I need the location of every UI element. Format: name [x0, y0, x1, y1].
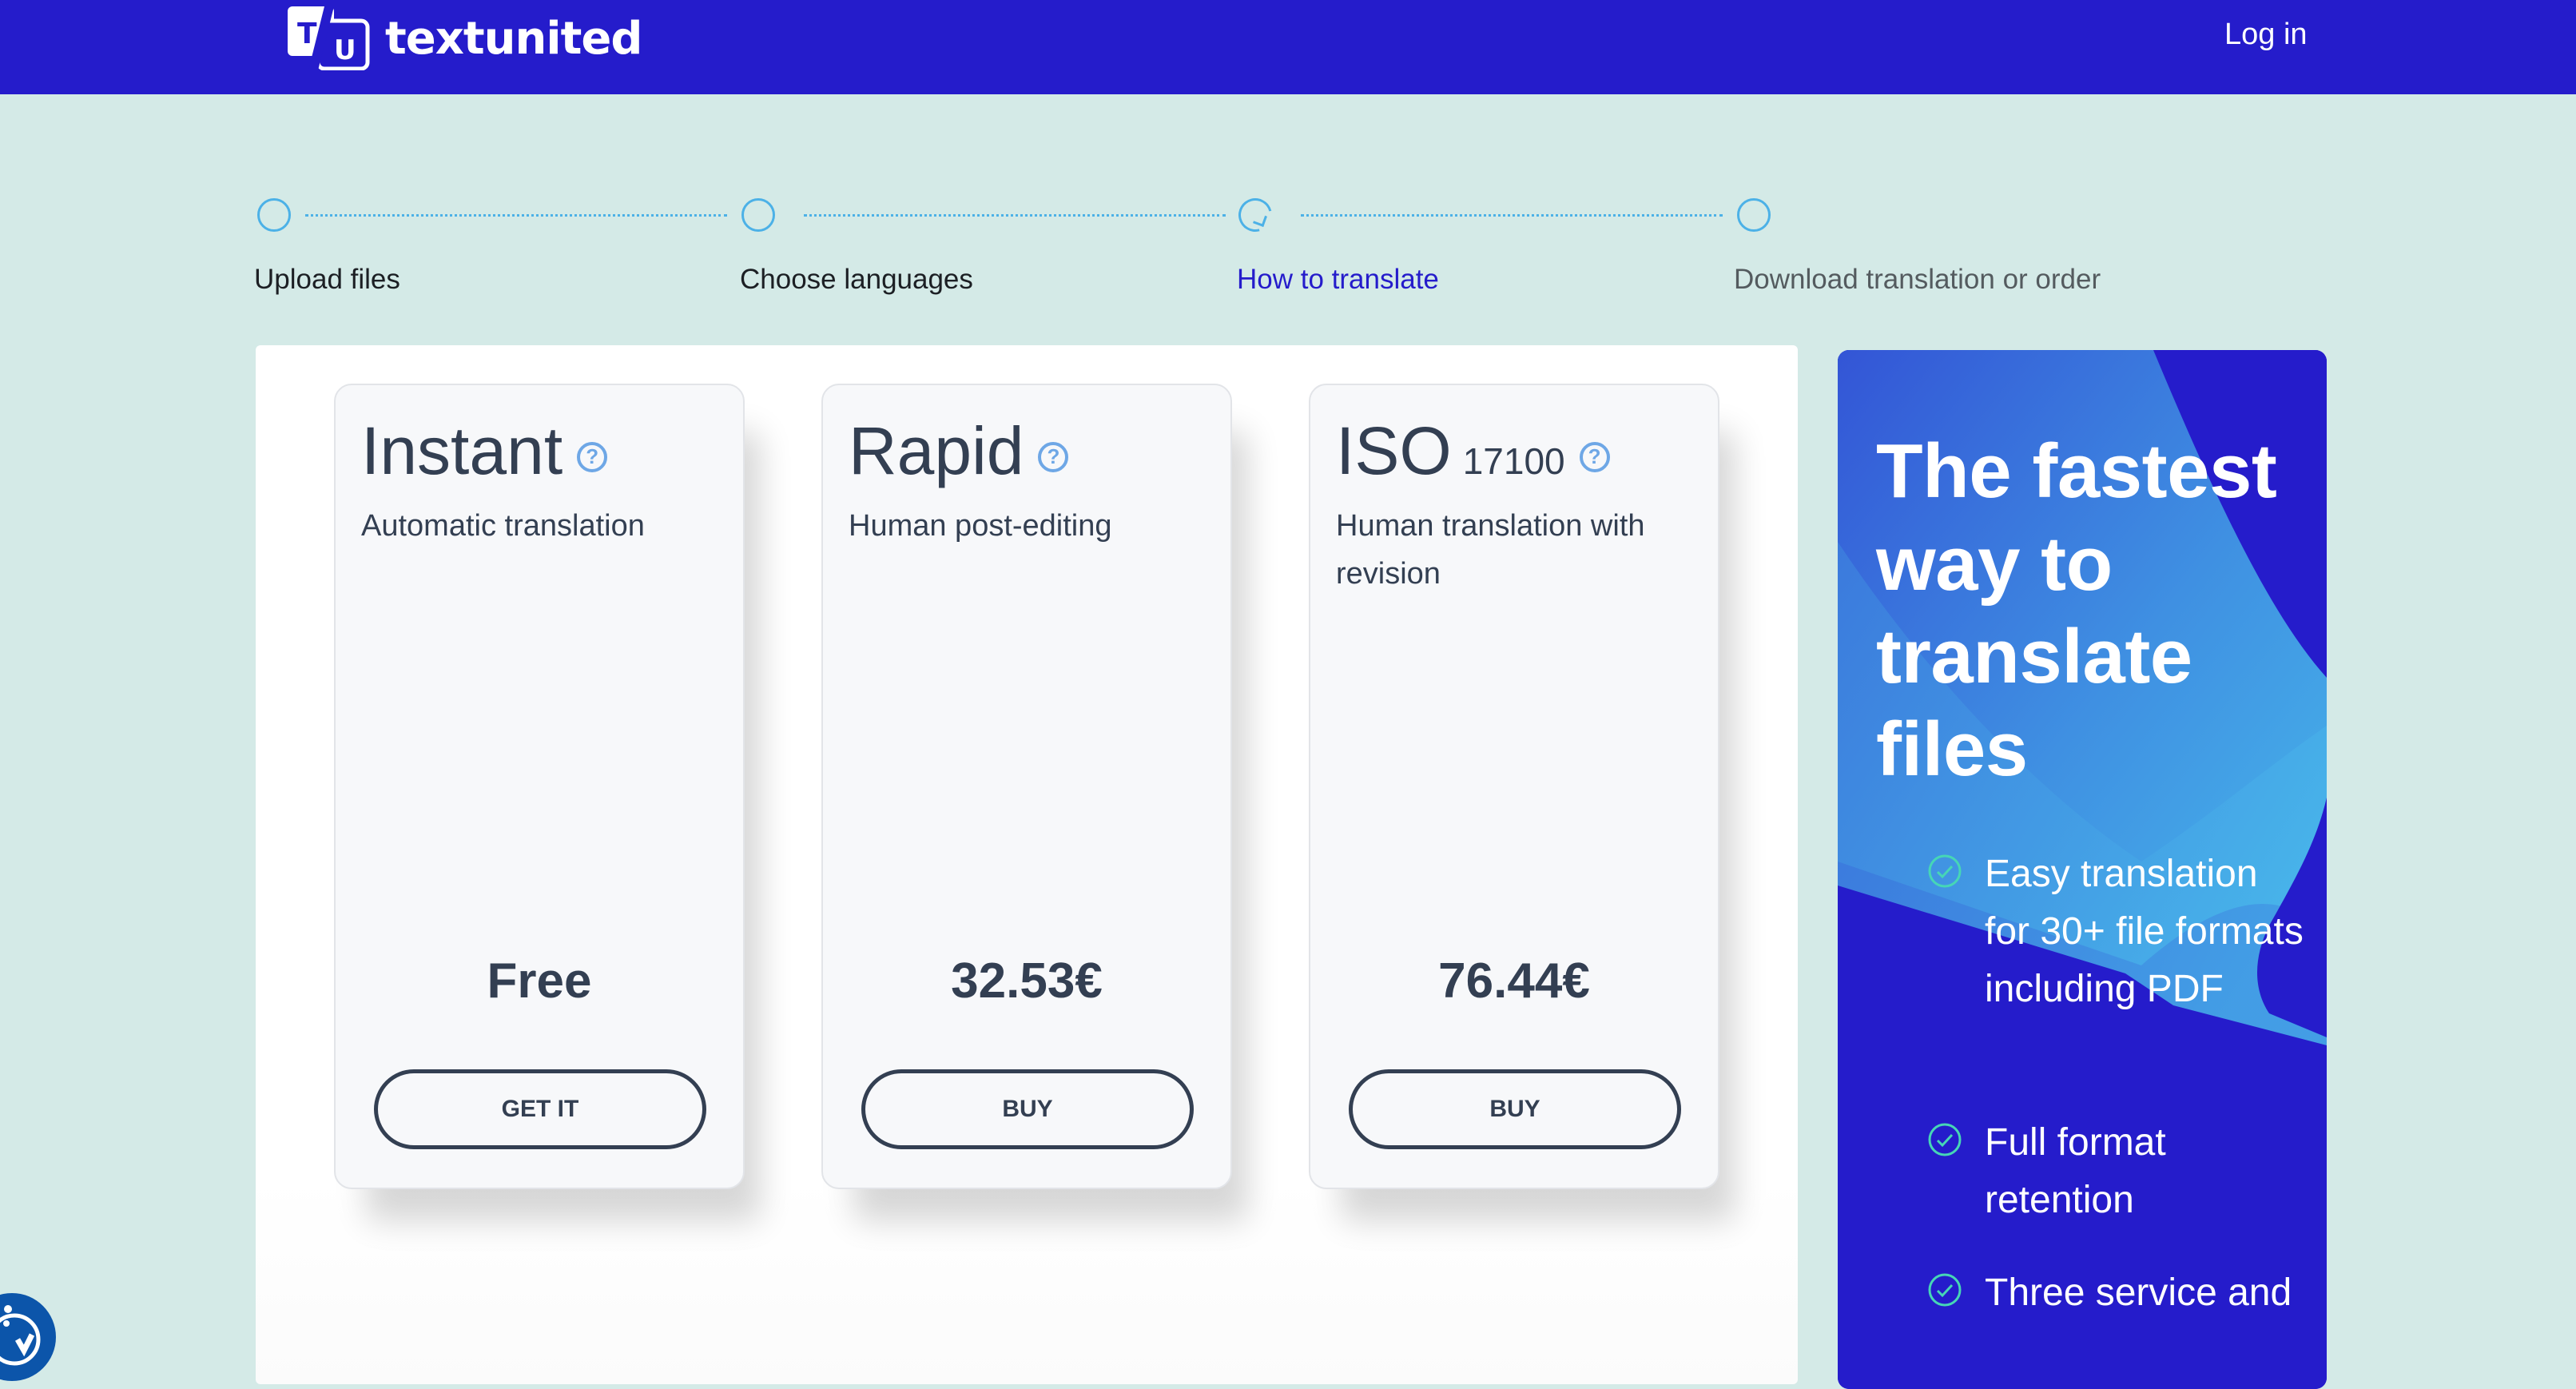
option-description: Human post-editing — [849, 509, 1112, 543]
logo-mark-t: T — [297, 18, 317, 50]
promo-feature-text: Three service and — [1985, 1272, 2292, 1314]
check-circle-icon — [1928, 1273, 1962, 1307]
option-title: ISO 17100 ? — [1336, 412, 1610, 490]
brand-name: textunited — [385, 12, 642, 65]
option-card-instant: Instant ? Automatic translation Free GET… — [334, 384, 745, 1189]
promo-feature: Three service and — [1927, 1264, 2311, 1322]
step-label-how-to-translate: How to translate — [1237, 264, 1439, 295]
promo-feature-text: Easy translation for 30+ file formats in… — [1985, 853, 2304, 1010]
question-circle-icon[interactable]: ? — [1038, 441, 1069, 472]
step-1-circle-icon — [257, 198, 291, 232]
promo-feature-text: Full format retention — [1985, 1121, 2166, 1221]
option-price: 76.44€ — [1438, 953, 1590, 1009]
option-card-iso: ISO 17100 ? Human translation with revis… — [1309, 384, 1719, 1189]
option-title: Rapid ? — [849, 412, 1069, 490]
step-4-circle-icon — [1737, 198, 1771, 232]
buy-rapid-button[interactable]: BUY — [861, 1069, 1194, 1149]
step-2-circle-icon — [741, 198, 775, 232]
textunited-logo[interactable]: T U textunited — [286, 6, 642, 71]
promo-feature: Easy translation for 30+ file formats in… — [1927, 846, 2311, 1018]
check-circle-icon — [1928, 854, 1962, 888]
cookie-consent-icon — [0, 1305, 41, 1366]
step-label-download: Download translation or order — [1734, 264, 2101, 295]
option-title: Instant ? — [361, 412, 608, 490]
option-title-text: Instant — [361, 413, 563, 488]
option-title-suffix: 17100 — [1462, 440, 1565, 482]
step-connector — [305, 214, 727, 217]
option-title-text: Rapid — [849, 413, 1024, 488]
step-label-upload-files[interactable]: Upload files — [254, 264, 400, 296]
get-it-button[interactable]: GET IT — [374, 1069, 706, 1149]
option-title-text: ISO — [1336, 413, 1452, 488]
cookie-consent-button[interactable] — [0, 1293, 56, 1381]
option-price: Free — [487, 953, 592, 1009]
promo-title: The fastest way to translate files — [1876, 428, 2277, 792]
login-link[interactable]: Log in — [2224, 18, 2308, 52]
step-connector — [804, 214, 1226, 217]
question-circle-icon[interactable]: ? — [577, 441, 608, 472]
step-label-choose-languages[interactable]: Choose languages — [740, 264, 973, 296]
buy-iso-button[interactable]: BUY — [1349, 1069, 1681, 1149]
option-card-rapid: Rapid ? Human post-editing 32.53€ BUY — [821, 384, 1232, 1189]
promo-feature: Full format retention — [1927, 1114, 2311, 1229]
promo-panel: The fastest way to translate files Easy … — [1838, 350, 2327, 1389]
logo-mark-u: U — [334, 34, 356, 66]
top-navigation-bar: T U textunited Log in — [0, 0, 2576, 94]
option-description: Human translation with revision — [1336, 509, 1645, 591]
option-price: 32.53€ — [951, 953, 1103, 1009]
question-circle-icon[interactable]: ? — [1579, 441, 1610, 472]
check-circle-icon — [1928, 1123, 1962, 1156]
logo-mark-icon: T U — [286, 6, 371, 71]
option-description: Automatic translation — [361, 509, 645, 543]
step-connector — [1301, 214, 1723, 217]
